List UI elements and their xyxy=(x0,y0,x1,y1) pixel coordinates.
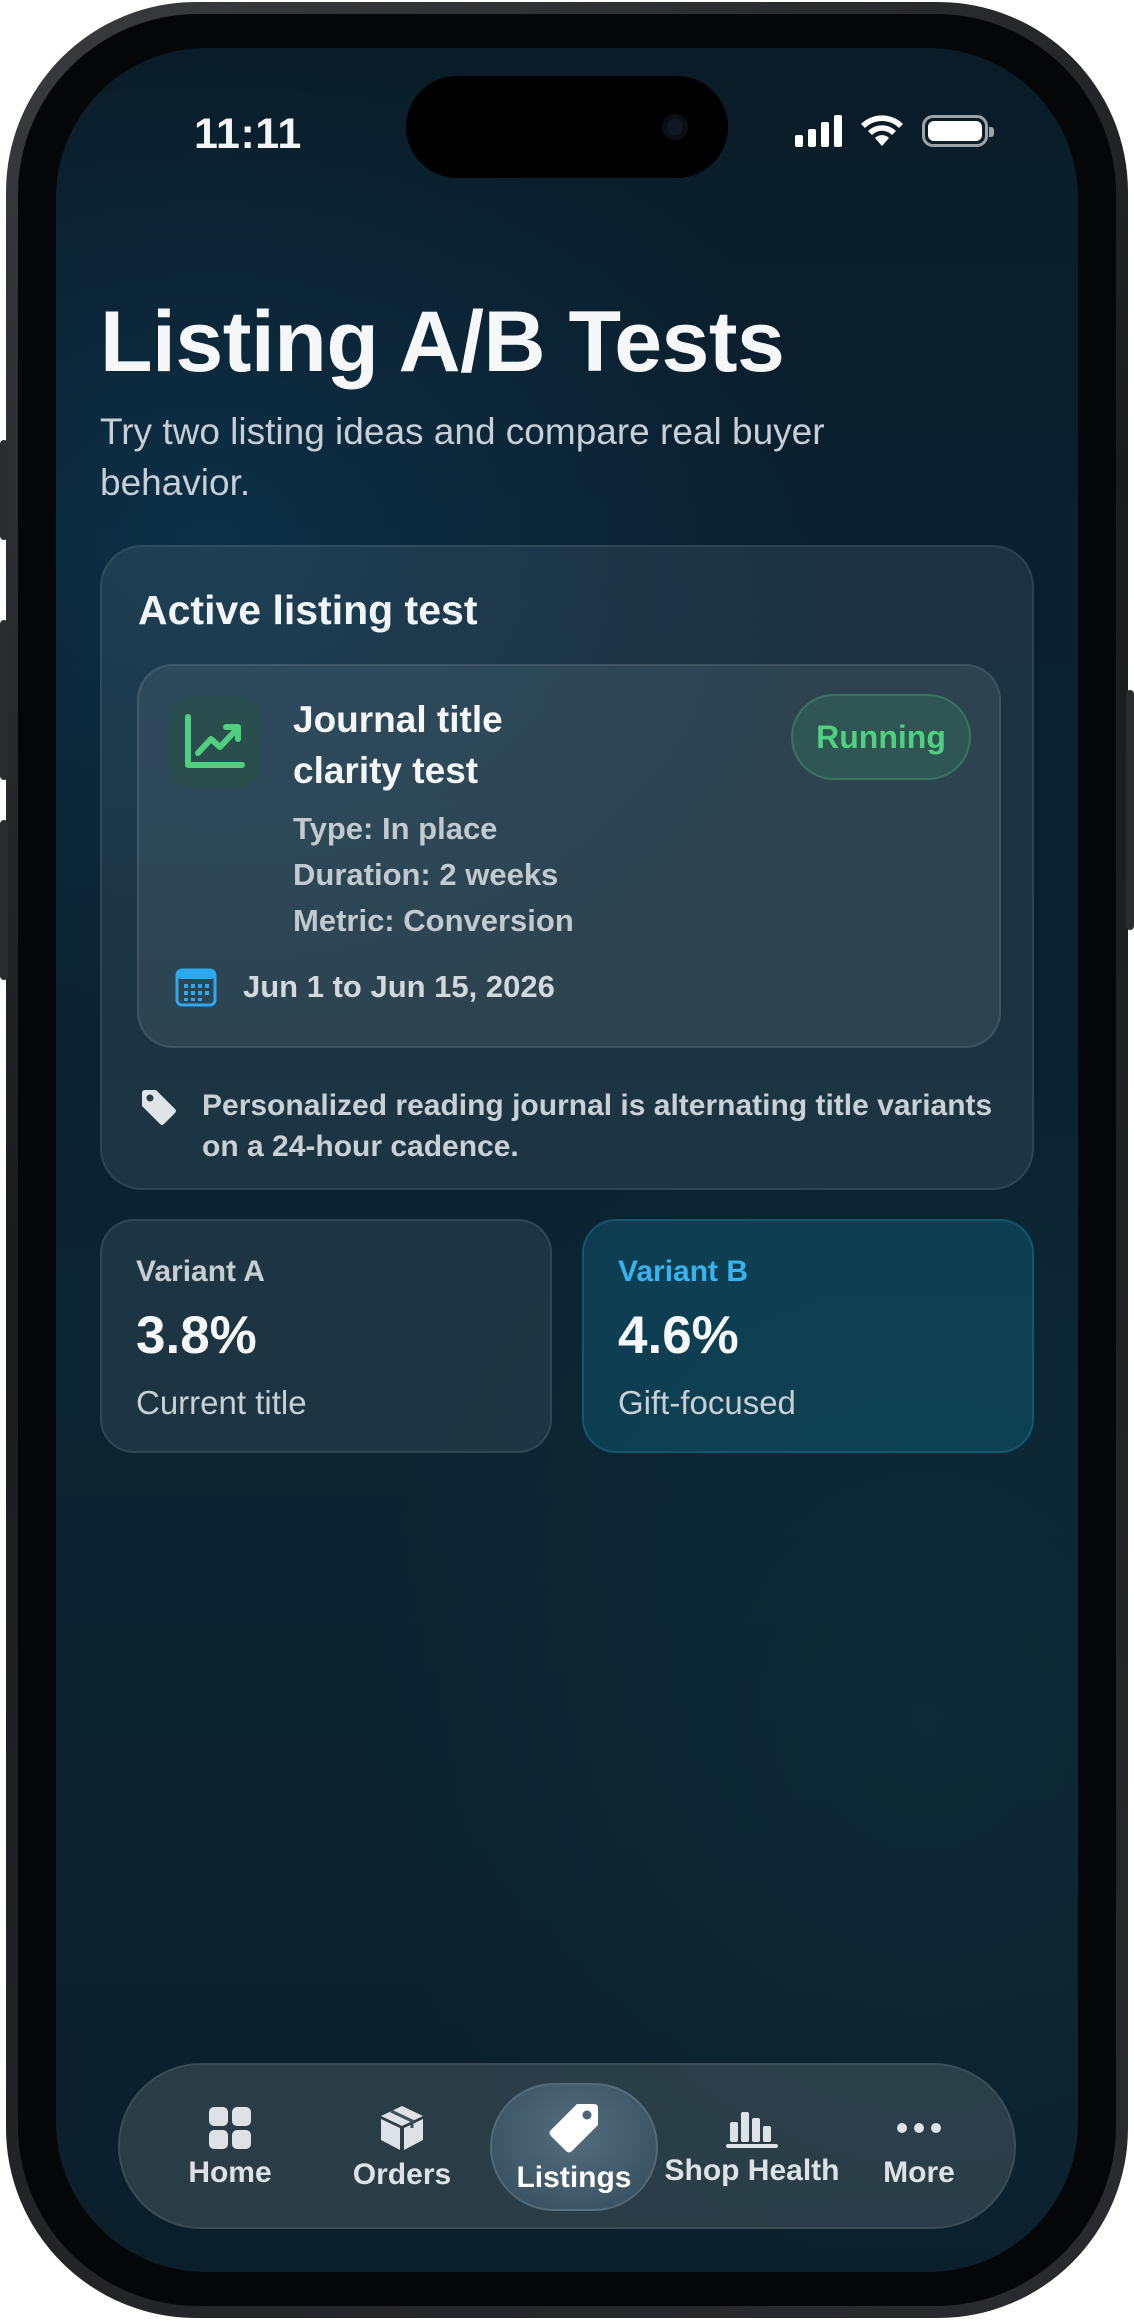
test-title: Journal title clarity test xyxy=(293,699,503,791)
wifi-icon xyxy=(861,115,903,146)
grid-icon xyxy=(209,2107,251,2149)
variant-label: Variant A xyxy=(136,1255,265,1288)
tab-more[interactable]: More xyxy=(844,2065,994,2231)
status-time: 11:11 xyxy=(194,110,302,158)
active-test-card: Active listing test Journal title clarit… xyxy=(100,545,1034,1190)
cellular-signal-icon xyxy=(795,115,842,147)
tag-icon xyxy=(549,2104,598,2153)
volume-up-button xyxy=(0,620,8,780)
variant-a-card[interactable]: Variant A 3.8% Current title xyxy=(100,1219,552,1453)
date-range-row: Jun 1 to Jun 15, 2026 xyxy=(175,966,555,1008)
volume-down-button xyxy=(0,820,8,980)
status-icons xyxy=(795,114,994,148)
tab-orders[interactable]: Orders xyxy=(322,2065,482,2231)
test-type: Type: In place xyxy=(293,811,498,846)
variant-description: Current title xyxy=(136,1384,307,1421)
test-metric: Metric: Conversion xyxy=(293,903,574,938)
variant-b-card[interactable]: Variant B 4.6% Gift-focused xyxy=(582,1219,1034,1453)
variant-label: Variant B xyxy=(618,1255,749,1288)
page-title: Listing A/B Tests xyxy=(100,294,785,390)
trend-chart-icon xyxy=(169,696,261,788)
action-button xyxy=(0,440,8,540)
tab-bar: Home Orders Listings Shop Health More xyxy=(118,2063,1016,2229)
test-detail-card[interactable]: Journal title clarity test Running Type:… xyxy=(137,664,1001,1048)
active-test-heading: Active listing test xyxy=(138,587,478,633)
tab-label: Shop Health xyxy=(664,2154,840,2187)
variant-value: 3.8% xyxy=(136,1306,257,1365)
tab-label: Listings xyxy=(516,2161,632,2194)
power-button xyxy=(1126,690,1134,930)
test-note-row: Personalized reading journal is alternat… xyxy=(138,1085,998,1167)
test-duration: Duration: 2 weeks xyxy=(293,857,559,892)
screen: 11:11 Listing A/B Tests Try two listing … xyxy=(56,48,1078,2272)
tab-label: Home xyxy=(188,2156,272,2189)
test-note: Personalized reading journal is alternat… xyxy=(202,1089,993,1163)
tag-icon xyxy=(142,1090,176,1125)
variant-description: Gift-focused xyxy=(618,1384,796,1421)
tab-shop-health[interactable]: Shop Health xyxy=(662,2065,842,2231)
tab-home[interactable]: Home xyxy=(150,2065,310,2231)
date-range: Jun 1 to Jun 15, 2026 xyxy=(243,969,555,1004)
tab-label: More xyxy=(883,2156,955,2189)
camera-icon xyxy=(662,114,688,140)
status-badge: Running xyxy=(791,694,971,780)
variant-value: 4.6% xyxy=(618,1306,739,1365)
calendar-icon xyxy=(175,968,217,1007)
bar-chart-icon xyxy=(726,2112,778,2148)
tab-listings[interactable]: Listings xyxy=(494,2065,654,2231)
page-subtitle: Try two listing ideas and compare real b… xyxy=(100,411,825,503)
dynamic-island xyxy=(406,76,728,178)
box-icon xyxy=(381,2106,423,2150)
tab-label: Orders xyxy=(352,2158,452,2191)
ellipsis-icon xyxy=(897,2123,941,2133)
battery-icon xyxy=(922,115,994,147)
